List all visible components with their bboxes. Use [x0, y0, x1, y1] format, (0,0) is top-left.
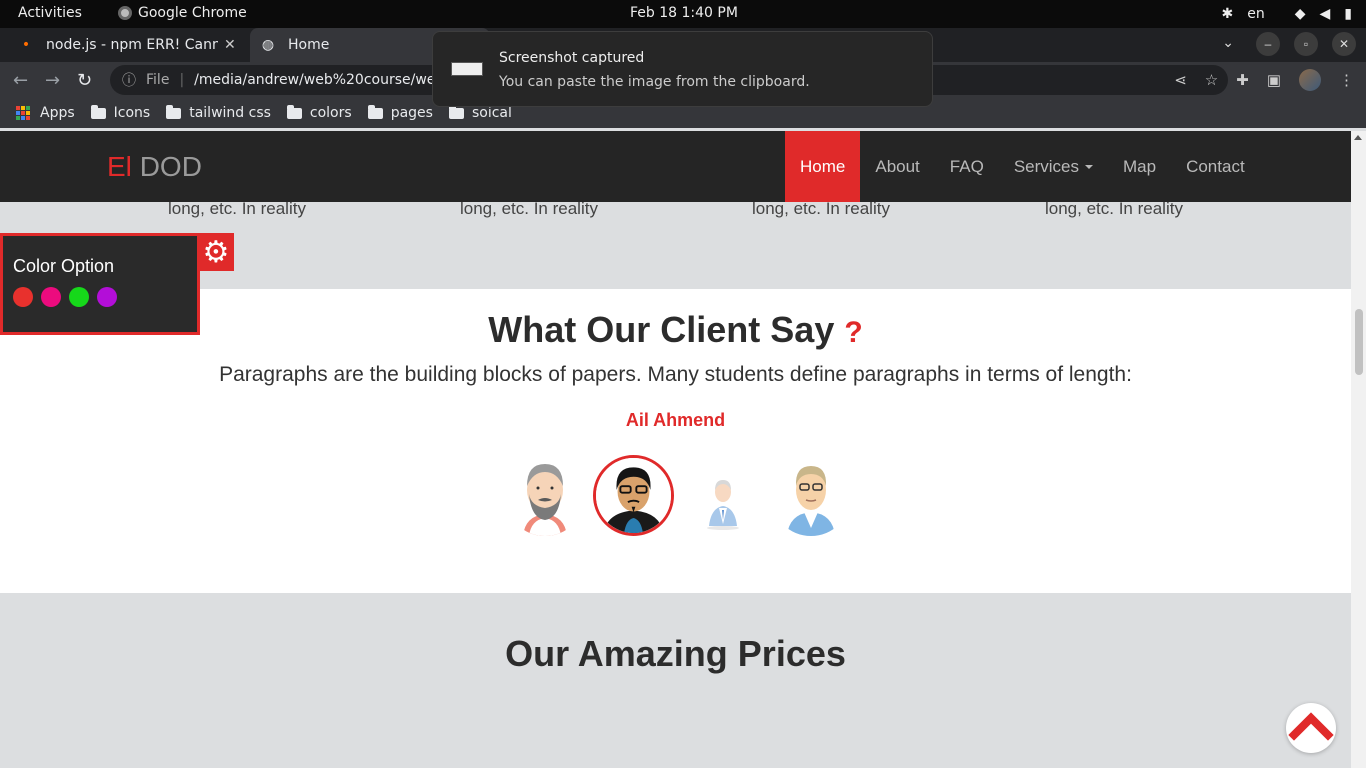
side-panel-icon[interactable]: ▣	[1267, 71, 1281, 89]
scrollbar-thumb[interactable]	[1355, 309, 1363, 375]
blond-man-avatar-icon	[787, 466, 835, 536]
glasses-man-avatar-icon	[596, 458, 671, 533]
profile-avatar[interactable]	[1299, 69, 1321, 91]
folder-icon	[90, 104, 106, 119]
menu-kebab-icon[interactable]: ⋮	[1339, 71, 1354, 89]
feature-snippet: long, etc. In reality	[460, 199, 598, 218]
app-name: Google Chrome	[138, 5, 247, 21]
system-top-bar: Activities Google Chrome Feb 18 1:40 PM …	[0, 0, 1366, 28]
client-avatars	[505, 455, 845, 538]
bearded-man-avatar-icon	[523, 464, 567, 536]
bookmark-tailwind-css[interactable]: tailwind css	[166, 104, 271, 121]
color-swatch-red[interactable]	[13, 287, 33, 307]
minimize-button[interactable]: –	[1256, 32, 1280, 56]
folder-icon	[448, 104, 464, 119]
feature-snippet: long, etc. In reality	[1045, 199, 1183, 218]
tab-search-chevron-icon[interactable]: ⌄	[1222, 34, 1234, 51]
url-text[interactable]: /media/andrew/web%20course/web/Pr	[194, 72, 463, 88]
color-swatch-pink[interactable]	[41, 287, 61, 307]
testimonials-heading: What Our Client Say ?	[488, 309, 863, 350]
bookmark-star-icon[interactable]: ☆	[1205, 71, 1218, 89]
app-menu[interactable]: Google Chrome	[118, 5, 247, 21]
feature-snippet: long, etc. In reality	[752, 199, 890, 218]
folder-icon	[166, 104, 182, 119]
businessman-avatar-icon	[707, 480, 739, 530]
scroll-to-top-button[interactable]	[1286, 703, 1336, 753]
client-name: Ail Ahmend	[625, 410, 726, 430]
page-viewport: El DOD Home About FAQ Services Map Conta…	[0, 131, 1351, 768]
nav-contact[interactable]: Contact	[1171, 131, 1260, 202]
chevron-up-icon	[1288, 712, 1334, 741]
maximize-button[interactable]: ▫	[1294, 32, 1318, 56]
prices-section: Our Amazing Prices	[0, 593, 1351, 768]
color-option-panel: Color Option	[0, 233, 200, 335]
stackoverflow-favicon-icon: •	[21, 37, 31, 53]
bookmark-icons[interactable]: Icons	[90, 104, 150, 121]
tab-title: node.js - npm ERR! Cannot	[46, 37, 218, 53]
bookmark-pages[interactable]: pages	[367, 104, 433, 121]
clock[interactable]: Feb 18 1:40 PM	[630, 5, 738, 21]
site-navbar: El DOD Home About FAQ Services Map Conta…	[0, 131, 1351, 202]
back-icon[interactable]: ←	[13, 70, 28, 91]
volume-icon[interactable]: ◀	[1320, 6, 1331, 22]
folder-icon	[367, 104, 383, 119]
notification-title: Screenshot captured	[499, 50, 645, 66]
globe-icon: ◍	[261, 37, 275, 53]
input-language[interactable]: en	[1247, 6, 1265, 22]
dropdown-caret-icon	[1085, 164, 1093, 169]
feature-snippet: long, etc. In reality	[168, 199, 306, 218]
system-tray[interactable]: ✱ en ◆ ◀ ▮	[1221, 0, 1366, 28]
nav-home[interactable]: Home	[785, 131, 861, 202]
nav-faq[interactable]: FAQ	[935, 131, 999, 202]
bookmark-colors[interactable]: colors	[286, 104, 352, 121]
apps-grid-icon	[16, 106, 30, 120]
notification-body: You can paste the image from the clipboa…	[499, 74, 810, 90]
scheme-label: File	[146, 72, 170, 88]
site-logo[interactable]: El DOD	[107, 151, 202, 183]
gear-icon[interactable]: ⚙	[198, 233, 234, 271]
testimonials-section: What Our Client Say ? Paragraphs are the…	[0, 289, 1351, 593]
testimonial-text: Paragraphs are the building blocks of pa…	[219, 363, 1132, 386]
nav-services[interactable]: Services	[999, 131, 1108, 202]
color-swatch-purple[interactable]	[97, 287, 117, 307]
bookmark-apps[interactable]: Apps	[16, 105, 75, 121]
close-tab-icon[interactable]: ✕	[224, 37, 236, 53]
tab-npm-error[interactable]: • node.js - npm ERR! Cannot ✕	[8, 28, 248, 62]
nav-map[interactable]: Map	[1108, 131, 1171, 202]
client-avatar-2-selected[interactable]	[593, 455, 674, 536]
activities-button[interactable]: Activities	[18, 5, 82, 21]
color-option-title: Color Option	[13, 256, 115, 276]
prices-heading: Our Amazing Prices	[505, 633, 846, 674]
screenshot-notification[interactable]: Screenshot captured You can paste the im…	[432, 31, 933, 107]
slack-icon[interactable]: ✱	[1221, 6, 1233, 22]
page-scrollbar[interactable]	[1351, 131, 1366, 768]
client-avatar-3[interactable]	[683, 456, 763, 536]
scroll-up-arrow-icon[interactable]	[1354, 135, 1362, 140]
info-icon[interactable]: ⓘ	[122, 70, 136, 90]
chrome-icon	[118, 6, 132, 20]
close-window-button[interactable]: ✕	[1332, 32, 1356, 56]
share-icon[interactable]: ⋖	[1174, 71, 1187, 89]
forward-icon[interactable]: →	[45, 70, 60, 91]
color-swatches	[13, 287, 117, 307]
reload-icon[interactable]: ↻	[77, 70, 92, 91]
client-avatar-1[interactable]	[505, 456, 585, 536]
bookmark-soical[interactable]: soical	[448, 104, 512, 121]
nav-about[interactable]: About	[860, 131, 934, 202]
wifi-icon[interactable]: ◆	[1295, 6, 1306, 22]
screenshot-thumbnail	[451, 62, 483, 76]
folder-icon	[286, 104, 302, 119]
battery-icon[interactable]: ▮	[1344, 6, 1352, 22]
extensions-icon[interactable]: ✚	[1236, 71, 1249, 89]
color-swatch-green[interactable]	[69, 287, 89, 307]
client-avatar-4[interactable]	[771, 456, 851, 536]
